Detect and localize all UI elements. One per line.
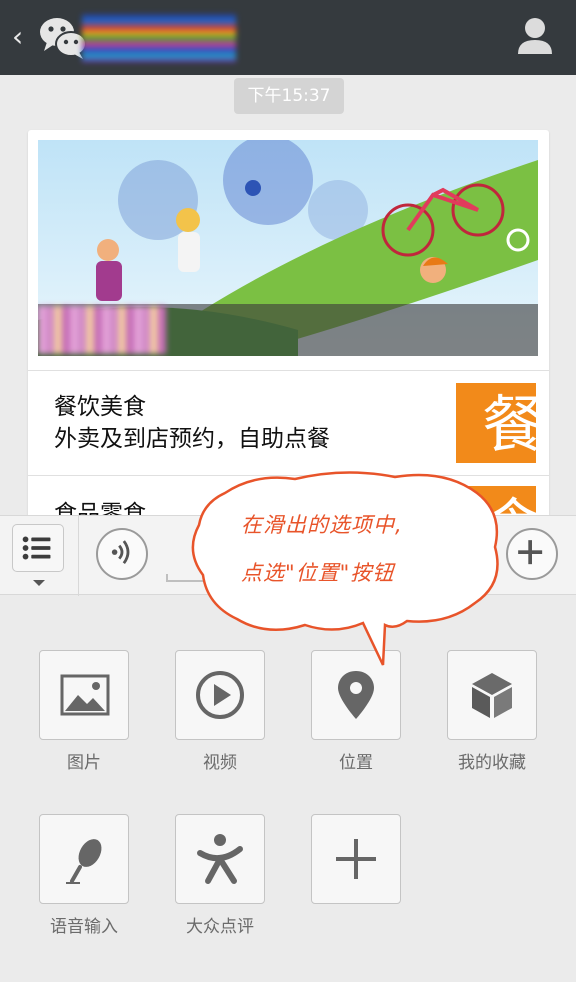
voice-button[interactable] <box>96 528 148 580</box>
panel-label: 位置 <box>339 753 373 773</box>
panel-item-voice-input[interactable] <box>39 814 129 904</box>
caret-down-icon <box>33 580 45 586</box>
chevron-left-icon[interactable]: ‹ <box>12 20 23 54</box>
panel-label: 语音输入 <box>50 917 118 937</box>
item-text: 餐饮美食 外卖及到店预约，自助点餐 <box>54 391 330 455</box>
panel-item-add[interactable] <box>311 814 401 904</box>
microphone-icon <box>66 839 102 884</box>
panel-label: 大众点评 <box>186 917 254 937</box>
item-thumbnail: 餐 <box>456 383 536 463</box>
image-icon <box>60 674 110 716</box>
menu-toggle-button[interactable] <box>12 524 64 586</box>
panel-label: 视频 <box>203 753 237 773</box>
tutorial-callout: 在滑出的选项中, 点选"位置"按钮 <box>185 465 505 670</box>
person-icon[interactable] <box>516 16 554 56</box>
timestamp-badge: 下午15:37 <box>234 78 344 114</box>
contact-name-redacted <box>82 14 236 62</box>
more-button[interactable] <box>506 528 558 580</box>
list-icon <box>22 536 51 560</box>
add-icon <box>336 839 376 879</box>
item-title: 餐饮美食 <box>54 394 146 420</box>
callout-line-1: 在滑出的选项中, <box>241 513 403 537</box>
panel-item-image[interactable] <box>39 650 129 740</box>
panel-label: 我的收藏 <box>458 753 526 773</box>
dianping-icon <box>197 834 243 884</box>
plus-circle-icon <box>518 540 543 565</box>
list-item[interactable]: 餐饮美食 外卖及到店预约，自助点餐 餐 <box>28 370 549 475</box>
banner-image[interactable] <box>38 140 538 356</box>
item-subtitle: 外卖及到店预约，自助点餐 <box>54 426 330 452</box>
voice-icon <box>111 540 130 565</box>
callout-line-2: 点选"位置"按钮 <box>241 561 395 585</box>
top-bar: ‹ <box>0 0 576 75</box>
banner-caption-redacted <box>38 306 166 354</box>
panel-item-dianping[interactable] <box>175 814 265 904</box>
panel-label: 图片 <box>67 753 101 773</box>
wechat-logo <box>40 18 87 59</box>
thumbnail-glyph: 餐 <box>482 388 536 461</box>
divider <box>78 516 79 596</box>
